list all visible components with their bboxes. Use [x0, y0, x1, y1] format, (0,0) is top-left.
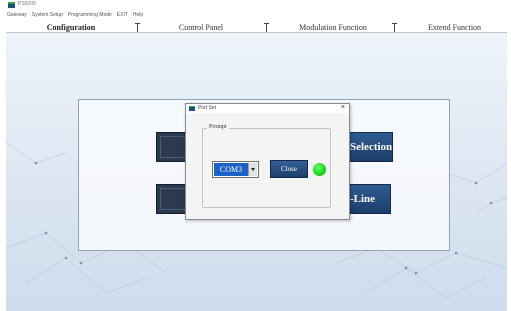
menu-system-setup[interactable]: System Setup	[32, 11, 63, 20]
title-bar: PS6000	[4, 0, 509, 10]
menu-programming-mode[interactable]: Programming Mode	[68, 11, 112, 20]
app-window: PS6000 Gateway System Setup Programming …	[4, 0, 509, 311]
line-button[interactable]: -Line	[343, 184, 391, 214]
menu-bar: Gateway System Setup Programming Mode EX…	[4, 11, 509, 20]
port-set-dialog: Port Set × Prompt COM3 Close	[185, 103, 350, 220]
close-button[interactable]: Close	[270, 160, 308, 178]
chevron-down-icon[interactable]	[248, 163, 257, 176]
prompt-group-label: Prompt	[207, 124, 229, 130]
tab-configuration[interactable]: Configuration	[16, 22, 126, 33]
menu-gateway[interactable]: Gateway	[7, 11, 27, 20]
status-indicator-icon	[313, 163, 326, 176]
selection-button[interactable]: Selection	[343, 132, 393, 162]
tab-separator	[135, 23, 140, 32]
menu-help[interactable]: Help	[133, 11, 143, 20]
tab-separator	[264, 23, 269, 32]
dialog-title-bar: Port Set ×	[186, 104, 349, 113]
port-select[interactable]: COM3	[212, 161, 259, 178]
close-icon[interactable]: ×	[341, 104, 345, 112]
app-icon	[189, 106, 195, 111]
tab-extend-function[interactable]: Extend Function	[402, 22, 507, 33]
app-title: PS6000	[18, 1, 36, 7]
tab-separator	[392, 23, 397, 32]
menu-exit[interactable]: EXIT	[117, 11, 128, 20]
app-icon	[8, 2, 15, 8]
dialog-title: Port Set	[198, 105, 217, 111]
tab-bar: Configuration Control Panel Modulation F…	[6, 22, 507, 33]
tab-control-panel[interactable]: Control Panel	[146, 22, 256, 33]
port-selected-value: COM3	[214, 163, 248, 176]
tab-modulation-function[interactable]: Modulation Function	[274, 22, 392, 33]
